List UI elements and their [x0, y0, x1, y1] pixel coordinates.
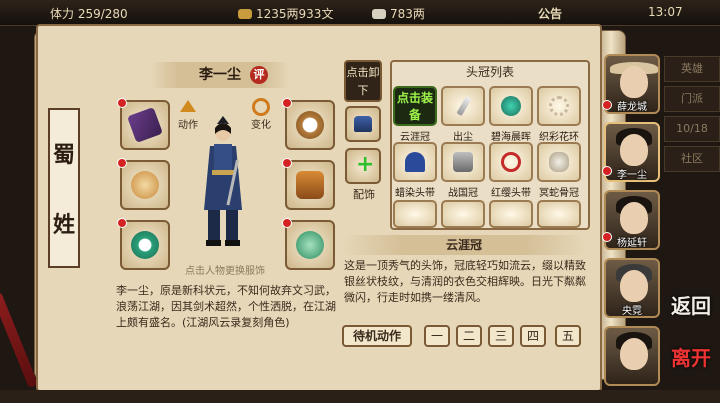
war-helmet-icon: [453, 152, 473, 172]
rating-badge[interactable]: 评: [250, 66, 268, 84]
headwear-item[interactable]: [441, 86, 485, 126]
item-label: 碧海晨晖: [491, 132, 531, 143]
equip-slot-pendant[interactable]: [285, 220, 335, 270]
portrait-name: 杨延轩: [617, 238, 647, 249]
scroll-tassel: [0, 291, 39, 389]
clock: 13:07: [648, 5, 683, 19]
hairpin-icon: [456, 95, 472, 117]
alert-dot: [602, 232, 612, 242]
idle-action-label: 待机动作: [342, 325, 412, 347]
side-tab-count: 10/18: [664, 116, 720, 142]
alert-dot: [117, 158, 127, 168]
jade-ring-icon: [131, 231, 159, 259]
gold-armor-icon: [296, 171, 324, 199]
item-detail-title: 云涯冠: [342, 235, 586, 255]
back-button[interactable]: 返回: [668, 290, 714, 330]
alert-dot: [602, 166, 612, 176]
accessory-label: 配饰: [353, 188, 375, 201]
headwear-slot[interactable]: [345, 106, 381, 142]
action-icon[interactable]: [180, 100, 196, 112]
side-tab-sect[interactable]: 门派: [664, 86, 720, 112]
scroll-title-char-1: 蜀: [52, 142, 75, 168]
headwear-item[interactable]: [393, 142, 437, 182]
silver-readout: 783两: [372, 5, 425, 22]
gold-flower-icon: [131, 171, 159, 199]
purple-armor-icon: [127, 107, 163, 143]
headwear-item[interactable]: [489, 142, 533, 182]
headwear-item[interactable]: [537, 86, 581, 126]
portrait-unnamed[interactable]: [604, 326, 660, 386]
headwear-item[interactable]: [489, 200, 533, 228]
alert-dot: [602, 100, 612, 110]
equip-button[interactable]: 点击装备: [393, 86, 437, 126]
item-label: 冥蛇骨冠: [539, 188, 579, 199]
portrait-name: 薛龙城: [617, 102, 647, 113]
bottom-menu-bar: [0, 390, 720, 403]
headwear-item[interactable]: [489, 86, 533, 126]
equip-slot-ring[interactable]: [120, 220, 170, 270]
bronze-ring-icon: [296, 111, 324, 139]
notice-button[interactable]: 公告: [538, 5, 562, 22]
item-label: 云涯冠: [400, 132, 430, 143]
headwear-item[interactable]: [441, 142, 485, 182]
item-label: 红缨头带: [491, 188, 531, 199]
crown-icon: [354, 116, 372, 132]
item-label: 蜡染头带: [395, 188, 435, 199]
scroll-title: 蜀 姓: [48, 108, 80, 268]
idle-option-2[interactable]: 二: [456, 325, 482, 347]
face: [620, 338, 648, 370]
character-figure[interactable]: [196, 110, 250, 250]
alert-dot: [117, 218, 127, 228]
bone-crown-icon: [549, 152, 569, 172]
headwear-item[interactable]: [537, 200, 581, 228]
equip-slot-accessory[interactable]: [120, 160, 170, 210]
equip-slot-necklace[interactable]: [285, 100, 335, 150]
jade-dragon-icon: [296, 231, 324, 259]
silver-icon: [372, 9, 386, 19]
headwear-list-title: 头冠列表: [465, 65, 514, 79]
alert-dot: [117, 98, 127, 108]
side-tab-community[interactable]: 社区: [664, 146, 720, 172]
idle-option-3[interactable]: 三: [488, 325, 514, 347]
coin-icon: [238, 9, 252, 19]
portrait-name: 李一尘: [617, 170, 647, 181]
headwear-item[interactable]: [441, 200, 485, 228]
top-status-bar: 体力 259/280 1235两933文 783两 公告 13:07: [0, 0, 720, 26]
side-tab-heroes[interactable]: 英雄: [664, 56, 720, 82]
alert-dot: [282, 98, 292, 108]
headwear-item[interactable]: [393, 200, 437, 228]
scroll-title-char-2: 姓: [52, 212, 75, 238]
flower-wreath-icon: [549, 96, 569, 116]
equip-slot-armor[interactable]: [285, 160, 335, 210]
plus-icon: +: [356, 152, 375, 177]
item-label: 出尘: [453, 132, 473, 143]
red-tassel-headband-icon: [501, 152, 521, 172]
blue-headband-icon: [405, 152, 425, 172]
item-label: 战国冠: [448, 188, 478, 199]
equip-slot-weapon[interactable]: [120, 100, 170, 150]
change-outfit-hint: 点击人物更换服饰: [185, 266, 265, 277]
transform-icon[interactable]: [252, 98, 270, 116]
unequip-button[interactable]: 点击卸下: [344, 60, 382, 102]
leave-button[interactable]: 离开: [666, 342, 716, 382]
item-label: 织彩花环: [539, 132, 579, 143]
headwear-item[interactable]: [537, 142, 581, 182]
face: [620, 270, 648, 302]
item-detail-text: 这是一顶秀气的头饰，冠底轻巧如流云，缀以精致银丝状枝纹，与清润的衣色交相辉映。日…: [344, 259, 586, 304]
face: [620, 134, 648, 166]
idle-option-4[interactable]: 四: [520, 325, 546, 347]
alert-dot: [282, 218, 292, 228]
copper-readout: 1235两933文: [238, 5, 333, 22]
face: [620, 202, 648, 234]
idle-option-5[interactable]: 五: [555, 325, 581, 347]
face: [620, 66, 648, 98]
portrait-name: 央霓: [622, 306, 642, 317]
alert-dot: [282, 158, 292, 168]
accessory-slot[interactable]: +: [345, 148, 381, 184]
character-name: 李一尘: [150, 62, 290, 88]
idle-option-1[interactable]: 一: [424, 325, 450, 347]
jade-ornament-icon: [501, 96, 521, 116]
stamina-readout: 体力 259/280: [50, 7, 128, 21]
character-description: 李一尘，原是新科状元，不知何故弃文习武，浪荡江湖，因其剑术超然，个性洒脱，在江湖…: [116, 284, 336, 329]
